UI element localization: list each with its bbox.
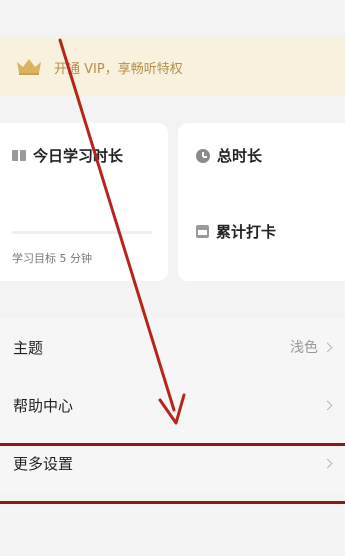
vip-text: 开通 VIP，享畅听特权 <box>54 61 183 77</box>
total-time-title-row: 总时长 <box>196 145 262 166</box>
total-stats-card[interactable]: 总时长 累计打卡 <box>178 123 345 281</box>
menu-item-theme[interactable]: 主题 浅色 <box>0 318 345 376</box>
crown-icon <box>17 59 41 75</box>
vip-banner[interactable]: 开通 VIP，享畅听特权 <box>0 38 345 96</box>
total-time-title: 总时长 <box>217 147 263 165</box>
chevron-right-icon <box>322 342 333 352</box>
highlight-box <box>0 443 345 504</box>
menu-item-label: 帮助中心 <box>13 396 74 415</box>
menu-item-label: 主题 <box>13 338 44 357</box>
today-study-card[interactable]: 今日学习时长 学习目标 5 分钟 <box>0 123 168 281</box>
checkin-title-row: 累计打卡 <box>196 221 276 242</box>
checkin-title: 累计打卡 <box>216 223 277 241</box>
today-study-title: 今日学习时长 <box>33 147 124 165</box>
menu-item-help-center[interactable]: 帮助中心 <box>0 376 345 434</box>
calendar-icon <box>196 225 209 238</box>
chevron-right-icon <box>322 400 333 410</box>
clock-icon <box>196 148 210 163</box>
study-progress-bar <box>12 231 152 234</box>
theme-value: 浅色 <box>290 340 318 356</box>
book-icon <box>12 150 26 161</box>
study-goal-text: 学习目标 5 分钟 <box>12 252 92 265</box>
today-study-title-row: 今日学习时长 <box>12 145 123 166</box>
